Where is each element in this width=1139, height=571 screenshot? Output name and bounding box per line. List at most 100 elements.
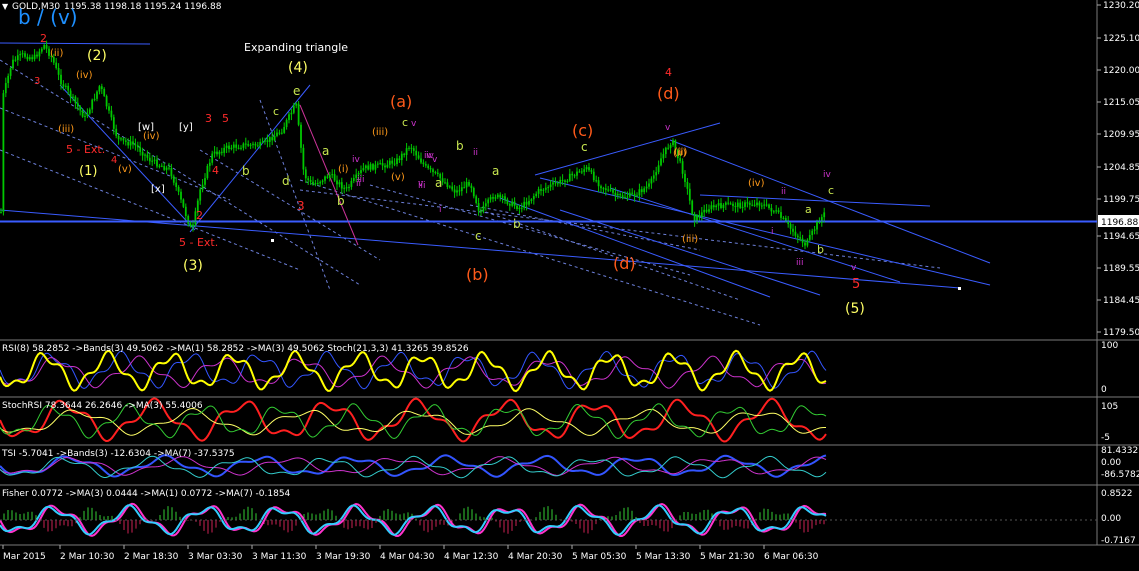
candle-body — [777, 210, 780, 213]
time-tick-label: Mar 2015 — [3, 552, 46, 562]
wave-label: a — [805, 203, 812, 216]
wave-label: (d) — [613, 254, 636, 273]
candle-body — [432, 169, 434, 173]
candle-body — [372, 164, 374, 170]
candle-body — [662, 154, 665, 159]
candle-body — [722, 204, 725, 209]
time-tick-label: 3 Mar 03:30 — [188, 552, 243, 562]
candle-body — [712, 205, 715, 208]
candle-body — [715, 205, 718, 208]
candle-body — [739, 202, 742, 208]
candle-body — [636, 195, 638, 197]
wave-label: 3 — [205, 112, 212, 125]
candle-body — [568, 173, 571, 181]
candle-body — [506, 199, 509, 204]
candle-body — [139, 147, 142, 152]
time-tick-label: 4 Mar 04:30 — [380, 552, 435, 562]
candle-body — [816, 221, 818, 230]
candle-body — [364, 165, 367, 169]
candle-body — [24, 53, 26, 57]
wave-label: (3) — [183, 258, 203, 274]
candle-body — [38, 51, 41, 57]
candle-body — [182, 199, 185, 207]
candle-body — [516, 205, 518, 210]
candle-body — [508, 203, 511, 206]
wave-label: c — [828, 184, 834, 197]
stochrsi-axis-label: -5 — [1101, 433, 1110, 443]
chart-root[interactable]: ▼ GOLD,M30 1195.38 1198.18 1195.24 1196.… — [0, 0, 1139, 567]
expanding-triangle-note: Expanding triangle — [244, 41, 348, 54]
candle-body — [530, 199, 533, 201]
candle-body — [228, 145, 230, 149]
tsi-axis-label: -86.5782 — [1101, 470, 1139, 480]
candle-body — [566, 180, 569, 182]
candle-body — [760, 205, 763, 207]
candle-body — [345, 187, 348, 189]
candle-body — [456, 190, 458, 193]
wave-label: v — [411, 119, 417, 129]
candle-body — [468, 182, 470, 186]
candle-body — [76, 102, 79, 107]
candle-body — [249, 144, 252, 146]
candle-body — [396, 158, 398, 165]
candle-body — [172, 176, 175, 183]
mt4-chart[interactable]: ▼ GOLD,M30 1195.38 1198.18 1195.24 1196.… — [0, 0, 1139, 567]
candle-body — [648, 183, 650, 187]
wave-label: (iv) — [748, 178, 765, 189]
candle-body — [72, 96, 74, 98]
candle-body — [604, 188, 607, 190]
wave-label: 4 — [665, 66, 672, 79]
candle-body — [283, 127, 286, 133]
candle-body — [770, 207, 773, 212]
wave-label: c — [475, 229, 482, 243]
candle-body — [0, 211, 2, 213]
candle-body — [571, 173, 574, 176]
price-tick-label: 1194.65 — [1103, 232, 1139, 242]
candle-body — [633, 193, 636, 197]
wave-label: 5 — [852, 277, 860, 292]
symbol-dropdown-icon[interactable]: ▼ — [2, 2, 9, 11]
candle-body — [36, 54, 38, 57]
candle-body — [288, 114, 290, 120]
candle-body — [391, 160, 394, 164]
candle-body — [532, 196, 535, 200]
candle-body — [110, 110, 113, 118]
candle-body — [79, 106, 82, 111]
candle-body — [276, 132, 278, 136]
candle-body — [168, 167, 170, 169]
candle-body — [175, 182, 178, 187]
candle-body — [453, 189, 456, 193]
candle-body — [74, 96, 77, 103]
candle-body — [818, 221, 821, 223]
candle-body — [129, 141, 132, 146]
candle-body — [717, 203, 720, 206]
candle-body — [796, 235, 799, 238]
candle-body — [369, 164, 372, 170]
candle-body — [379, 163, 382, 165]
wave-label: c — [402, 116, 408, 129]
wave-label: v — [418, 179, 424, 189]
candle-body — [681, 161, 684, 174]
candle-body — [724, 202, 727, 205]
candle-body — [609, 189, 612, 191]
trendline-anchor — [271, 239, 274, 242]
candle-body — [177, 186, 180, 192]
candle-body — [808, 235, 811, 240]
candle-body — [734, 206, 737, 208]
price-tick-label: 1209.95 — [1103, 130, 1139, 140]
candle-body — [388, 160, 391, 165]
candle-body — [285, 119, 288, 128]
candle-body — [763, 204, 766, 206]
candle-body — [672, 140, 674, 146]
candle-body — [597, 180, 600, 187]
candle-body — [134, 144, 137, 146]
wave-label: b — [242, 164, 250, 178]
candle-body — [199, 189, 202, 201]
candle-body — [302, 147, 305, 170]
candle-body — [268, 137, 271, 142]
stochrsi-legend: StochRSI 78.3644 26.2646 ->MA(3) 55.4006 — [2, 401, 203, 411]
candle-body — [520, 207, 523, 209]
candle-body — [165, 167, 168, 170]
candle-body — [112, 117, 115, 129]
candle-body — [170, 167, 173, 177]
